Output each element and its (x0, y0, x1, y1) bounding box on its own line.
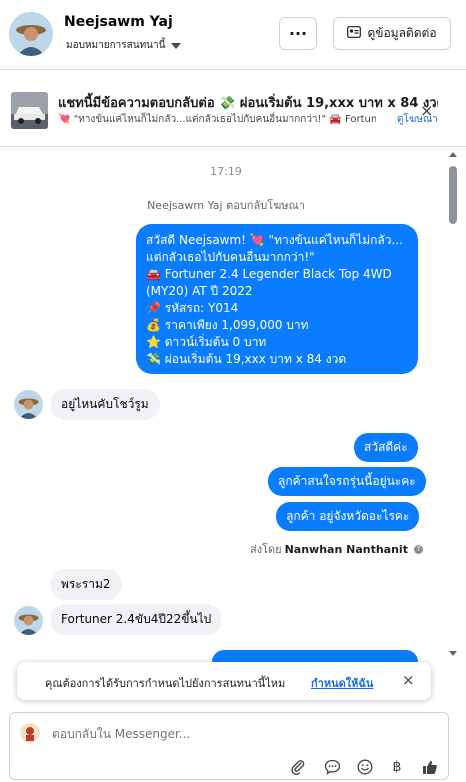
ad-message-line: สวัสดี Neejsawm! 💘 "ทางข้นแค่ไหนก็ไม่กลั… (146, 233, 403, 247)
assign-to-me-link[interactable]: กำหนดให้ฉัน (311, 674, 373, 692)
close-icon[interactable]: × (420, 101, 433, 120)
reply-input[interactable] (52, 727, 352, 741)
sender-avatar[interactable] (14, 606, 43, 635)
page-avatar (20, 723, 40, 743)
scroll-down-icon[interactable] (449, 651, 457, 656)
contact-name[interactable]: Neejsawm Yaj (64, 14, 173, 30)
ad-message-line: 🚘 Fortuner 2.4 Legender Black Top 4WD (146, 267, 392, 281)
info-icon[interactable]: ? (413, 544, 423, 554)
ad-message-line: 📌 รหัสรถ: Y014 (146, 301, 239, 315)
toast-text: คุณต้องการได้รับการกำหนดไปยังการสนทนานี้… (45, 677, 286, 690)
ad-message-bubble[interactable]: สวัสดี Neejsawm! 💘 "ทางข้นแค่ไหนก็ไม่กลั… (136, 224, 418, 374)
outgoing-message[interactable]: ลูกค้า อยู่จังหวัดอะไรคะ (276, 502, 420, 531)
contact-avatar[interactable] (9, 12, 53, 56)
assign-label: มอบหมายการสนทนานี้ (66, 40, 166, 51)
view-contact-info-label: ดูข้อมูลติดต่อ (367, 26, 437, 40)
outgoing-message[interactable]: สวัสดีค่ะ (354, 433, 418, 462)
sent-by-name: Nanwhan Nanthanit (284, 542, 408, 556)
outgoing-message[interactable]: ลูกค้าสนใจรถรุ่นนี้อยู่นะคะ (268, 467, 426, 496)
assign-conversation-dropdown[interactable]: มอบหมายการสนทนานี้ (66, 38, 182, 53)
ad-title: แชทนี้มีข้อความตอบกลับต่อ 💸 ผ่อนเริ่มต้น… (58, 96, 438, 111)
ad-thumbnail[interactable] (11, 92, 48, 129)
close-icon[interactable]: × (402, 671, 415, 689)
ad-context-banner: แชทนี้มีข้อความตอบกลับต่อ 💸 ผ่อนเริ่มต้น… (0, 71, 466, 147)
sent-by-label: ส่งโดย Nanwhan Nanthanit ? (250, 540, 423, 558)
view-contact-info-button[interactable]: ดูข้อมูลติดต่อ (333, 17, 451, 50)
more-icon: ··· (288, 24, 308, 43)
assign-to-me-toast: คุณต้องการได้รับการกำหนดไปยังการสนทนานี้… (17, 662, 431, 700)
contact-card-icon (347, 26, 362, 41)
baht-icon[interactable]: ฿ (387, 757, 407, 777)
scroll-up-icon[interactable] (449, 152, 457, 157)
emoji-icon[interactable] (355, 757, 375, 777)
ad-message-line: ⭐ ดาวน์เริ่มต้น 0 บาท (146, 335, 267, 349)
thread-scrollbar[interactable] (447, 148, 461, 660)
incoming-message[interactable]: พระราม2 (50, 569, 122, 600)
ad-message-line: (MY20) AT ปี 2022 (146, 284, 253, 298)
conversation-header: Neejsawm Yaj มอบหมายการสนทนานี้ ··· ดูข้… (0, 0, 466, 70)
sent-by-prefix: ส่งโดย (250, 543, 282, 556)
incoming-message[interactable]: อยู่ไหนคับโชว์รูม (50, 389, 160, 420)
like-icon[interactable] (420, 757, 440, 777)
ad-message-line: 💰 ราคาเพียง 1,099,000 บาท (146, 318, 309, 332)
message-timestamp: 17:19 (210, 165, 242, 178)
attachment-icon[interactable] (288, 757, 308, 777)
ad-subtitle: 💘 "ทางข้นแค่ไหนก็ไม่กลัว...แต่กลัวเธอไปก… (58, 114, 376, 125)
sender-avatar[interactable] (14, 390, 43, 419)
incoming-message[interactable]: Fortuner 2.4ขับ4ปี22ขึ้นไป (50, 604, 223, 635)
chevron-down-icon (171, 42, 182, 49)
saved-replies-icon[interactable] (322, 757, 342, 777)
scroll-thumb[interactable] (449, 166, 457, 224)
ad-message-line: 💸 ผ่อนเริ่มต้น 19,xxx บาท x 84 งวด (146, 352, 347, 366)
ad-message-line: แต่กลัวเธอไปกับคนอื่นมากกว่า!" (146, 250, 315, 264)
more-options-button[interactable]: ··· (279, 17, 317, 50)
message-composer: ฿ (9, 712, 449, 780)
ad-reply-note: Neejsawm Yaj ตอบกลับโฆษณา (147, 199, 305, 212)
